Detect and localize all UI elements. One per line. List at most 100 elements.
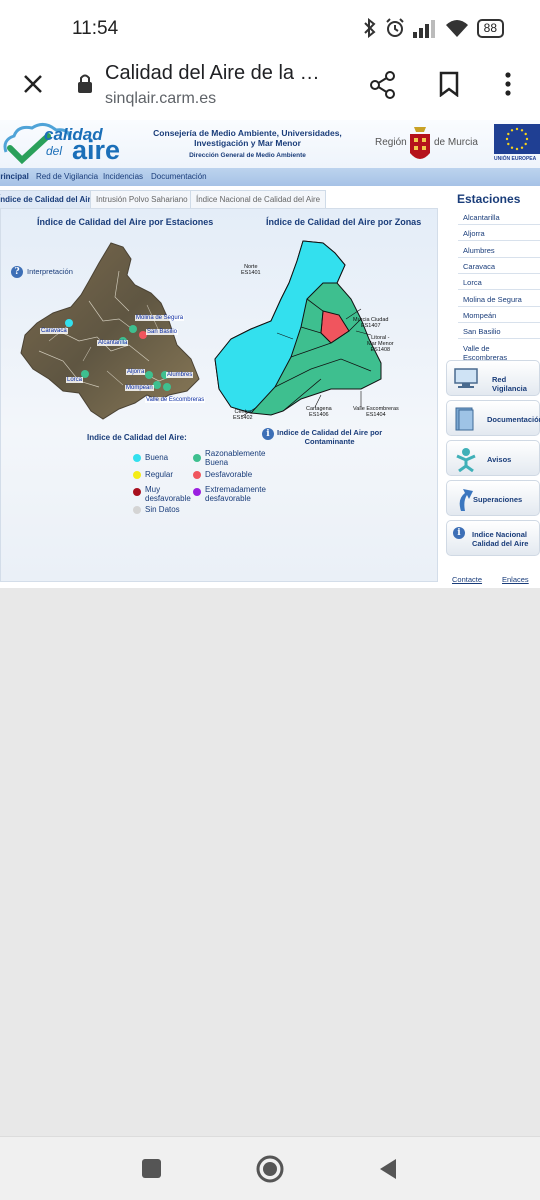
- station-marker-aljorra[interactable]: [145, 371, 153, 379]
- sidebar-item-caravaca[interactable]: Caravaca: [463, 262, 495, 271]
- pollutant-index-link[interactable]: Indice de Calidad del Aire por Contamina…: [277, 428, 382, 446]
- consejeria-line-2: Investigación y Mar Menor: [194, 138, 301, 148]
- station-label-san-basilio[interactable]: San Basilio: [146, 329, 179, 335]
- page-title[interactable]: Calidad del Aire de la …: [105, 62, 320, 85]
- system-navigation-bar: [0, 1136, 540, 1200]
- indice-nacional-button[interactable]: i Indice Nacional Calidad del Aire: [446, 520, 540, 556]
- zone-label-cartagena: Cartagena ES1406: [306, 406, 332, 418]
- region-word: Región: [375, 137, 407, 148]
- direccion-general: Dirección General de Medio Ambiente: [189, 152, 306, 159]
- station-label-alcantarilla[interactable]: Alcantarilla: [97, 340, 129, 346]
- zone-label-norte: Norte ES1401: [241, 264, 261, 276]
- legend-dot-unfavorable: [193, 471, 201, 479]
- logo-word-del: del: [46, 144, 63, 158]
- bluetooth-icon: [363, 18, 376, 38]
- pollutant-index-info-icon[interactable]: i: [262, 428, 274, 440]
- more-options-icon[interactable]: [504, 71, 512, 97]
- superaciones-label: Superaciones: [473, 495, 523, 504]
- legend-sin-datos: Sin Datos: [145, 505, 180, 514]
- nav-incidencias[interactable]: Incidencias: [103, 172, 143, 181]
- indice-nacional-label: Indice Nacional Calidad del Aire: [472, 530, 529, 548]
- sidebar-title: Estaciones: [457, 192, 521, 206]
- content-tabs: Índice de Calidad del Aire Intrusión Pol…: [0, 190, 440, 208]
- murcia-coat-of-arms-icon[interactable]: [408, 123, 432, 165]
- zone-label-centro: Centro ES1402: [233, 409, 253, 421]
- sidebar-item-aljorra[interactable]: Aljorra: [463, 229, 485, 238]
- documents-icon: [455, 407, 474, 431]
- page-url[interactable]: sinqlair.carm.es: [105, 90, 216, 108]
- nav-documentacion[interactable]: Documentación: [151, 172, 207, 181]
- legend-desfavorable: Desfavorable: [205, 470, 253, 479]
- share-icon[interactable]: [370, 71, 396, 99]
- station-label-molina[interactable]: Molina de Segura: [135, 315, 185, 321]
- station-label-caravaca[interactable]: Caravaca: [40, 328, 68, 334]
- lock-icon: [78, 74, 92, 93]
- tab-indice-calidad[interactable]: Índice de Calidad del Aire: [0, 190, 102, 208]
- station-label-mompean[interactable]: Mompeán: [125, 385, 154, 391]
- home-button[interactable]: [255, 1154, 285, 1184]
- upward-arrow-icon: [459, 489, 473, 511]
- sidebar-item-mompean[interactable]: Mompeán: [463, 311, 496, 320]
- zone-label-valle: Valle Escombreras ES1404: [353, 406, 399, 418]
- documentacion-label: Documentación: [487, 415, 540, 424]
- documentacion-button[interactable]: Documentación: [446, 400, 540, 436]
- legend-dot-reasonable: [193, 454, 201, 462]
- contact-link[interactable]: Contacte: [452, 575, 482, 584]
- legend-dot-regular: [133, 471, 141, 479]
- station-marker-valle[interactable]: [163, 383, 171, 391]
- site-header: calidad del aire Consejería de Medio Amb…: [0, 120, 540, 168]
- nav-red-vigilancia[interactable]: Red de Vigilancia: [36, 172, 98, 181]
- station-marker-caravaca[interactable]: [65, 319, 73, 327]
- nav-principal[interactable]: Principal: [0, 172, 29, 181]
- wifi-icon: [445, 20, 468, 37]
- sidebar-item-alcantarilla[interactable]: Alcantarilla: [463, 213, 500, 222]
- recents-button[interactable]: [142, 1159, 161, 1178]
- computer-monitor-icon: [454, 368, 478, 388]
- stations-map-title: Índice de Calidad del Aire por Estacione…: [37, 217, 214, 227]
- back-button[interactable]: [378, 1157, 398, 1181]
- browser-toolbar: Calidad del Aire de la … sinqlair.carm.e…: [0, 60, 540, 120]
- de-murcia-word: de Murcia: [434, 137, 478, 148]
- station-label-alumbres[interactable]: Alumbres: [166, 372, 194, 378]
- alert-figure-icon: [456, 448, 476, 472]
- zones-map-title: Índice de Calidad del Aire por Zonas: [266, 217, 422, 227]
- superaciones-button[interactable]: Superaciones: [446, 480, 540, 516]
- links-link[interactable]: Enlaces: [502, 575, 529, 584]
- tab-indice-nacional[interactable]: Índice Nacional de Calidad del Aire: [190, 190, 327, 208]
- station-marker-mompean[interactable]: [153, 381, 161, 389]
- legend-muy-desfavorable: Muy desfavorable: [145, 485, 191, 503]
- tab-polvo-sahariano[interactable]: Intrusión Polvo Sahariano: [90, 190, 194, 208]
- sidebar-item-alumbres[interactable]: Alumbres: [463, 246, 495, 255]
- legend-buena: Buena: [145, 453, 169, 462]
- stations-sidebar: Estaciones Alcantarilla Aljorra Alumbres…: [446, 188, 540, 588]
- eu-flag-icon[interactable]: [494, 124, 540, 154]
- alarm-icon: [385, 18, 404, 37]
- close-icon[interactable]: [22, 73, 44, 95]
- avisos-button[interactable]: Avisos: [446, 440, 540, 476]
- site-logo[interactable]: calidad del aire: [0, 122, 135, 168]
- legend-dot-very-unfavorable: [133, 488, 141, 496]
- sidebar-item-molina[interactable]: Molina de Segura: [463, 295, 522, 304]
- sidebar-item-lorca[interactable]: Lorca: [463, 278, 482, 287]
- logo-word-aire: aire: [72, 135, 121, 165]
- legend-regular: Regular: [145, 470, 174, 479]
- legend-extremadamente: Extremadamente desfavorable: [205, 485, 266, 503]
- legend-dot-no-data: [133, 506, 141, 514]
- status-bar: 11:54 88: [0, 0, 540, 60]
- zones-map[interactable]: [211, 239, 391, 419]
- status-time: 11:54: [72, 18, 119, 39]
- consejeria-line-1: Consejería de Medio Ambiente, Universida…: [153, 128, 342, 138]
- indice-nacional-info-icon: i: [453, 527, 465, 539]
- legend-razonable: Razonablemente Buena: [205, 449, 266, 467]
- website-viewport: calidad del aire Consejería de Medio Amb…: [0, 120, 540, 588]
- legend-dot-extreme: [193, 488, 201, 496]
- station-marker-molina[interactable]: [129, 325, 137, 333]
- sidebar-item-san-basilio[interactable]: San Basilio: [463, 327, 501, 336]
- bookmark-icon[interactable]: [439, 71, 459, 97]
- red-vigilancia-button[interactable]: Red Vigilancia: [446, 360, 540, 396]
- station-label-aljorra[interactable]: Aljorra: [126, 369, 146, 375]
- site-nav-bar: Principal Red de Vigilancia Incidencias …: [0, 168, 540, 186]
- station-label-lorca[interactable]: Lorca: [66, 377, 84, 383]
- zone-label-litoral: Litoral - Mar Menor ES1408: [367, 335, 394, 353]
- station-label-valle[interactable]: Valle de Escombreras: [145, 397, 206, 403]
